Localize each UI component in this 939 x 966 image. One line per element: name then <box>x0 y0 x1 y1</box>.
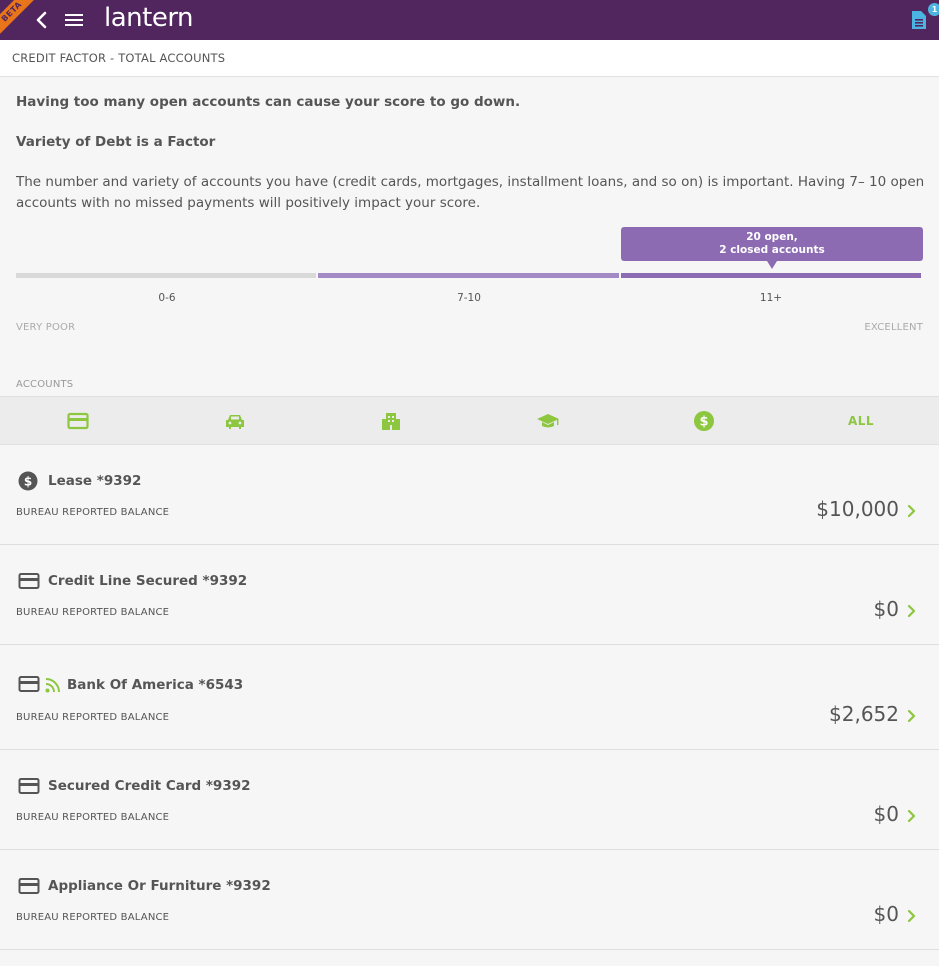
credit-card-icon <box>18 778 40 794</box>
notification-badge: 1 <box>928 3 939 16</box>
account-balance-label: BUREAU REPORTED BALANCE <box>16 607 170 618</box>
credit-card-icon <box>18 573 40 589</box>
logo-text: lantern <box>104 3 194 33</box>
svg-text:$: $ <box>24 475 32 489</box>
account-type-icon <box>18 572 40 594</box>
account-balance-label: BUREAU REPORTED BALANCE <box>16 912 170 923</box>
accounts-count-tooltip: 20 open, 2 closed accounts <box>621 227 923 261</box>
account-balance-label: BUREAU REPORTED BALANCE <box>16 712 170 723</box>
account-balance: $0 <box>873 902 899 926</box>
tab-auto-loans[interactable] <box>195 397 275 445</box>
building-icon <box>382 413 400 430</box>
account-row[interactable]: Bank Of America *6543 BUREAU REPORTED BA… <box>0 645 939 750</box>
breadcrumb: CREDIT FACTOR - TOTAL ACCOUNTS <box>0 40 939 77</box>
account-chevron[interactable] <box>907 603 917 622</box>
section-subheading: Variety of Debt is a Factor <box>16 134 216 150</box>
chevron-right-icon <box>907 604 916 618</box>
documents-button[interactable] <box>909 9 931 33</box>
account-type-tabs: $ ALL <box>0 396 939 445</box>
account-name: Secured Credit Card *9392 <box>48 778 251 794</box>
range-label-high: 11+ <box>759 292 783 304</box>
account-row[interactable]: Secured Credit Card *9392 BUREAU REPORTE… <box>0 750 939 850</box>
car-icon <box>226 415 244 429</box>
description-text: The number and variety of accounts you h… <box>16 174 925 211</box>
account-balance: $10,000 <box>816 497 899 521</box>
account-row[interactable]: $ Lease *9392 BUREAU REPORTED BALANCE $1… <box>0 445 939 545</box>
account-balance-label: BUREAU REPORTED BALANCE <box>16 507 170 518</box>
chevron-right-icon <box>907 909 916 923</box>
account-name: Appliance Or Furniture *9392 <box>48 878 271 894</box>
chevron-right-icon <box>907 709 916 723</box>
account-type-icon <box>18 675 40 697</box>
account-balance: $0 <box>873 597 899 621</box>
account-chevron[interactable] <box>907 503 917 522</box>
account-row[interactable]: Appliance Or Furniture *9392 BUREAU REPO… <box>0 850 939 950</box>
hamburger-icon <box>65 14 83 26</box>
top-bar: BETA lantern 1 <box>0 0 939 40</box>
scale-low-label: VERY POOR <box>16 322 76 333</box>
account-balance-label: BUREAU REPORTED BALANCE <box>16 812 170 823</box>
chevron-left-icon <box>36 11 47 29</box>
range-segment-high <box>621 273 921 278</box>
dollar-circle-icon: $ <box>694 411 714 431</box>
credit-card-icon <box>18 676 40 692</box>
graduation-cap-icon <box>537 414 559 428</box>
tooltip-line-1: 20 open, <box>746 231 798 243</box>
chevron-right-icon <box>907 504 916 518</box>
accounts-section-label: ACCOUNTS <box>16 379 74 390</box>
dollar-circle-icon: $ <box>18 471 38 491</box>
lantern-logo[interactable]: lantern <box>104 3 194 33</box>
account-type-icon: $ <box>18 471 38 495</box>
tab-other-loans[interactable]: $ <box>664 397 744 445</box>
menu-button[interactable] <box>64 11 84 29</box>
tooltip-arrow <box>767 261 777 269</box>
range-label-mid: 7-10 <box>457 292 481 304</box>
account-chevron[interactable] <box>907 908 917 927</box>
account-chevron[interactable] <box>907 708 917 727</box>
account-row[interactable]: Credit Line Secured *9392 BUREAU REPORTE… <box>0 545 939 645</box>
account-type-icon <box>18 877 40 899</box>
account-type-icon <box>18 777 40 799</box>
account-name: Lease *9392 <box>48 473 142 489</box>
lead-text: Having too many open accounts can cause … <box>16 94 521 110</box>
account-name: Bank Of America *6543 <box>67 677 244 693</box>
credit-card-icon <box>67 412 89 430</box>
credit-card-icon <box>18 878 40 894</box>
scale-high-label: EXCELLENT <box>864 322 923 333</box>
range-segment-mid <box>318 273 619 278</box>
rss-feed-icon <box>45 678 60 693</box>
account-balance: $0 <box>873 802 899 826</box>
chevron-right-icon <box>907 809 916 823</box>
account-balance: $2,652 <box>829 702 899 726</box>
account-chevron[interactable] <box>907 808 917 827</box>
back-button[interactable] <box>32 10 52 30</box>
document-icon <box>912 11 926 29</box>
tab-mortgages[interactable] <box>351 397 431 445</box>
tab-credit-cards[interactable] <box>38 397 118 445</box>
range-segment-low <box>16 273 316 278</box>
tooltip-line-2: 2 closed accounts <box>719 244 825 256</box>
range-label-low: 0-6 <box>158 292 176 304</box>
linked-account-icon <box>44 676 62 698</box>
svg-text:$: $ <box>699 415 708 430</box>
tab-student-loans[interactable] <box>508 397 588 445</box>
tab-all[interactable]: ALL <box>821 397 901 445</box>
account-name: Credit Line Secured *9392 <box>48 573 248 589</box>
